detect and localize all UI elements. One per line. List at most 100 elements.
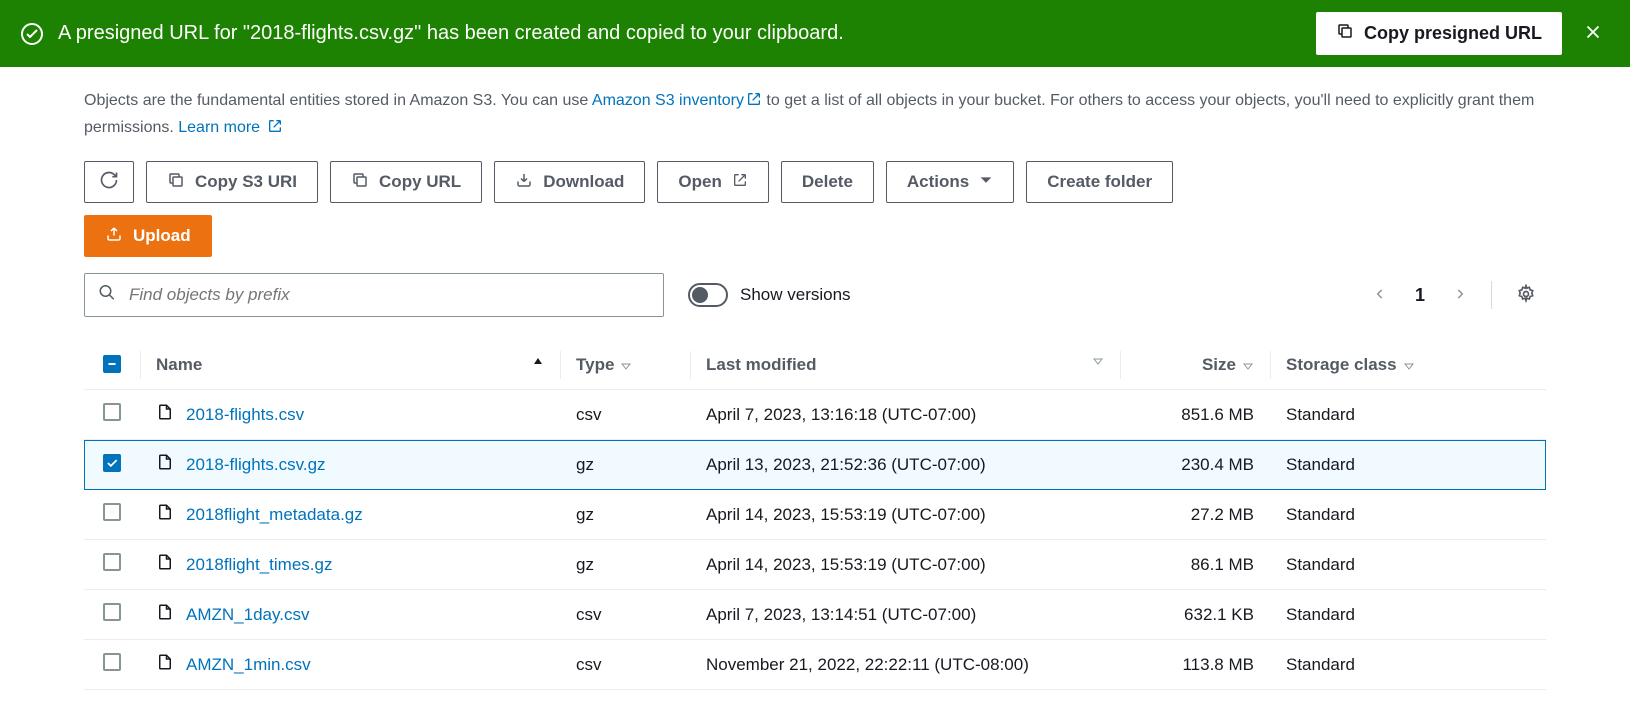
object-storage-class: Standard — [1270, 590, 1546, 640]
create-folder-button[interactable]: Create folder — [1026, 161, 1173, 203]
settings-button[interactable] — [1506, 278, 1546, 313]
prev-page-button[interactable] — [1363, 281, 1397, 310]
chevron-down-icon — [979, 172, 993, 192]
table-row: AMZN_1day.csv csv April 7, 2023, 13:14:5… — [84, 590, 1546, 640]
object-modified: April 14, 2023, 15:53:19 (UTC-07:00) — [690, 540, 1120, 590]
copy-s3-uri-button[interactable]: Copy S3 URI — [146, 161, 318, 203]
row-checkbox[interactable] — [103, 403, 121, 421]
table-row: 2018flight_times.gz gz April 14, 2023, 1… — [84, 540, 1546, 590]
col-header-type[interactable]: Type — [560, 341, 690, 390]
close-icon — [1582, 21, 1604, 46]
upload-button[interactable]: Upload — [84, 215, 212, 257]
object-link[interactable]: 2018flight_metadata.gz — [156, 502, 363, 527]
table-row: 2018-flights.csv.gz gz April 13, 2023, 2… — [84, 440, 1546, 490]
table-row: 2018flight_metadata.gz gz April 14, 2023… — [84, 490, 1546, 540]
object-name: 2018flight_times.gz — [186, 555, 332, 575]
external-link-icon — [267, 118, 283, 134]
copy-icon — [351, 171, 369, 194]
download-icon — [515, 171, 533, 194]
sort-icon — [620, 360, 632, 372]
copy-presigned-url-button[interactable]: Copy presigned URL — [1316, 12, 1562, 55]
object-name: 2018flight_metadata.gz — [186, 505, 363, 525]
object-link[interactable]: 2018flight_times.gz — [156, 552, 332, 577]
object-link[interactable]: AMZN_1day.csv — [156, 602, 309, 627]
object-name: AMZN_1min.csv — [186, 655, 311, 675]
col-header-storage[interactable]: Storage class — [1270, 341, 1546, 390]
refresh-icon — [99, 170, 119, 195]
copy-url-button[interactable]: Copy URL — [330, 161, 482, 203]
object-size: 86.1 MB — [1120, 540, 1270, 590]
row-checkbox[interactable] — [103, 503, 121, 521]
download-button[interactable]: Download — [494, 161, 645, 203]
table-row: 2018-flights.csv csv April 7, 2023, 13:1… — [84, 390, 1546, 440]
object-storage-class: Standard — [1270, 540, 1546, 590]
sort-icon — [1242, 360, 1254, 372]
file-icon — [156, 452, 174, 477]
notification-message: A presigned URL for "2018-flights.csv.gz… — [58, 22, 1302, 45]
object-size: 113.8 MB — [1120, 640, 1270, 690]
s3-inventory-link[interactable]: Amazon S3 inventory — [592, 92, 744, 109]
objects-description: Objects are the fundamental entities sto… — [84, 87, 1546, 141]
close-notification-button[interactable] — [1576, 15, 1610, 52]
object-size: 632.1 KB — [1120, 590, 1270, 640]
sort-icon — [1403, 360, 1415, 372]
object-type: csv — [560, 640, 690, 690]
object-name: 2018-flights.csv.gz — [186, 455, 326, 475]
object-modified: April 14, 2023, 15:53:19 (UTC-07:00) — [690, 490, 1120, 540]
search-input[interactable] — [84, 273, 664, 317]
learn-more-link[interactable]: Learn more — [178, 119, 260, 136]
object-size: 851.6 MB — [1120, 390, 1270, 440]
object-type: gz — [560, 490, 690, 540]
object-name: AMZN_1day.csv — [186, 605, 309, 625]
external-link-icon — [732, 172, 748, 193]
object-modified: April 7, 2023, 13:14:51 (UTC-07:00) — [690, 590, 1120, 640]
object-storage-class: Standard — [1270, 440, 1546, 490]
object-modified: November 21, 2022, 22:22:11 (UTC-08:00) — [690, 640, 1120, 690]
row-checkbox[interactable] — [103, 653, 121, 671]
object-size: 27.2 MB — [1120, 490, 1270, 540]
refresh-button[interactable] — [84, 161, 134, 203]
file-icon — [156, 552, 174, 577]
col-header-modified[interactable]: Last modified — [690, 341, 1120, 390]
object-type: csv — [560, 390, 690, 440]
success-check-icon — [20, 22, 44, 46]
next-page-button[interactable] — [1443, 281, 1477, 310]
object-storage-class: Standard — [1270, 640, 1546, 690]
col-header-size[interactable]: Size — [1120, 341, 1270, 390]
object-type: csv — [560, 590, 690, 640]
delete-button[interactable]: Delete — [781, 161, 874, 203]
object-storage-class: Standard — [1270, 390, 1546, 440]
row-checkbox[interactable] — [103, 553, 121, 571]
success-notification: A presigned URL for "2018-flights.csv.gz… — [0, 0, 1630, 67]
object-size: 230.4 MB — [1120, 440, 1270, 490]
file-icon — [156, 502, 174, 527]
object-link[interactable]: AMZN_1min.csv — [156, 652, 311, 677]
upload-icon — [105, 225, 123, 248]
file-icon — [156, 602, 174, 627]
object-modified: April 7, 2023, 13:16:18 (UTC-07:00) — [690, 390, 1120, 440]
select-all-checkbox[interactable] — [103, 355, 121, 373]
page-number: 1 — [1405, 285, 1435, 306]
row-checkbox[interactable] — [103, 603, 121, 621]
show-versions-toggle[interactable] — [688, 283, 728, 307]
external-link-icon — [746, 91, 762, 107]
actions-button[interactable]: Actions — [886, 161, 1014, 203]
row-checkbox[interactable] — [103, 454, 121, 472]
object-type: gz — [560, 540, 690, 590]
object-link[interactable]: 2018-flights.csv.gz — [156, 452, 326, 477]
object-name: 2018-flights.csv — [186, 405, 304, 425]
pagination: 1 — [1363, 278, 1546, 313]
file-icon — [156, 402, 174, 427]
object-type: gz — [560, 440, 690, 490]
open-button[interactable]: Open — [657, 161, 768, 203]
object-link[interactable]: 2018-flights.csv — [156, 402, 304, 427]
show-versions-label: Show versions — [740, 285, 851, 305]
copy-icon — [167, 171, 185, 194]
search-icon — [98, 284, 116, 307]
copy-presigned-label: Copy presigned URL — [1364, 23, 1542, 44]
table-row: AMZN_1min.csv csv November 21, 2022, 22:… — [84, 640, 1546, 690]
sort-icon — [1092, 355, 1104, 367]
col-header-name[interactable]: Name — [140, 341, 560, 390]
file-icon — [156, 652, 174, 677]
copy-icon — [1336, 22, 1354, 45]
